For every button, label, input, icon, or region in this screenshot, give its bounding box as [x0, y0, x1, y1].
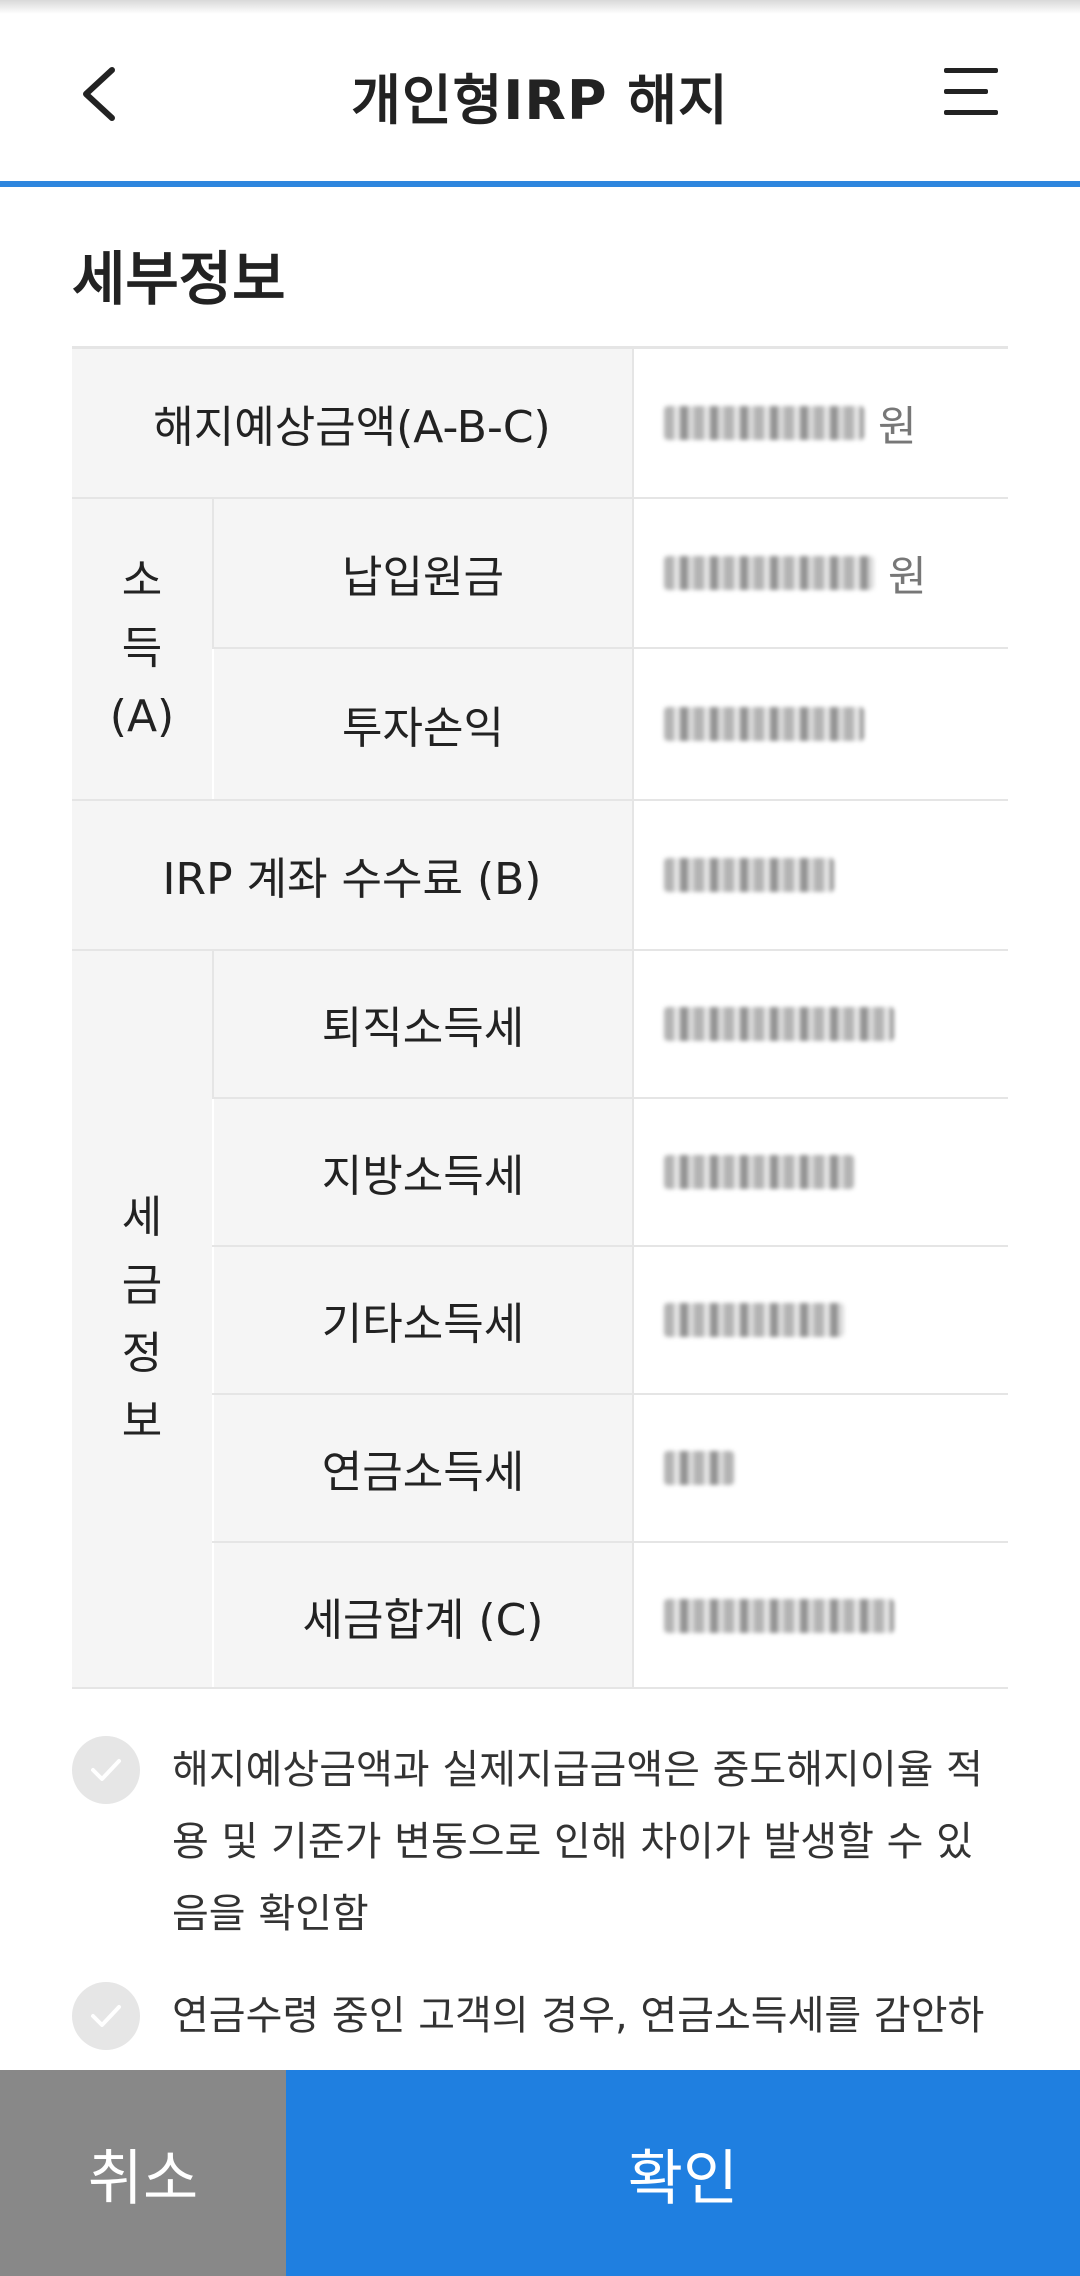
- irp-termination-screen: 개인형IRP 해지 세부정보 해지예상금액(A-B-C) 원 소 득 (A) 납…: [0, 0, 1080, 2276]
- table-divider: [212, 951, 214, 1097]
- retirement-tax-value: [634, 951, 1008, 1097]
- confirm-check-row-2: 연금수령 중인 고객의 경우, 연금소득세를 감안하: [72, 1980, 1008, 2070]
- table-divider: [72, 497, 1008, 499]
- income-label-char: 득: [121, 623, 163, 674]
- confirm-button[interactable]: 확인: [286, 2070, 1080, 2276]
- masked-value: [664, 1599, 894, 1633]
- tax-label-char: 세: [121, 1192, 163, 1243]
- investment-pnl-value: [634, 649, 1008, 799]
- irp-fee-label: IRP 계좌 수수료 (B): [72, 801, 632, 949]
- table-divider: [212, 1393, 1008, 1395]
- masked-value: [664, 1155, 854, 1189]
- income-label-char: (A): [109, 691, 175, 742]
- detail-table: 해지예상금액(A-B-C) 원 소 득 (A) 납입원금 원 투자손익 IRP …: [72, 346, 1008, 1689]
- irp-fee-value: [634, 801, 1008, 949]
- section-title: 세부정보: [72, 245, 286, 313]
- confirm-checkbox-1[interactable]: [72, 1736, 140, 1804]
- check-icon: [91, 2005, 121, 2027]
- table-divider: [212, 1245, 1008, 1247]
- table-divider: [212, 499, 214, 647]
- hamburger-icon: [944, 68, 998, 73]
- status-shadow: [0, 0, 1080, 14]
- tax-label-char: 정: [121, 1328, 163, 1379]
- expected-amount-label: 해지예상금액(A-B-C): [72, 349, 632, 497]
- table-divider: [212, 647, 1008, 649]
- masked-value: [664, 858, 834, 892]
- app-header: 개인형IRP 해지: [0, 0, 1080, 187]
- principal-label: 납입원금: [214, 499, 632, 647]
- page-title: 개인형IRP 해지: [351, 69, 729, 132]
- table-divider: [72, 1687, 1008, 1689]
- masked-value: [664, 1303, 844, 1337]
- principal-value: 원: [634, 499, 1008, 647]
- local-tax-label: 지방소득세: [214, 1099, 632, 1245]
- masked-value: [664, 1007, 894, 1041]
- expected-amount-value: 원: [634, 349, 1008, 497]
- masked-value: [664, 707, 864, 741]
- hamburger-icon-line: [944, 89, 988, 94]
- pension-tax-label: 연금소득세: [214, 1395, 632, 1541]
- income-label-char: 소: [121, 555, 163, 606]
- menu-button[interactable]: [936, 60, 1008, 124]
- table-divider: [72, 949, 1008, 951]
- hamburger-icon-line: [944, 110, 998, 115]
- retirement-tax-label: 퇴직소득세: [214, 951, 632, 1097]
- check-icon: [91, 1759, 121, 1781]
- tax-group-label: 세 금 정 보: [72, 951, 212, 1689]
- expected-amount-unit: 원: [878, 401, 917, 451]
- masked-value: [664, 406, 864, 440]
- cancel-button[interactable]: 취소: [0, 2070, 286, 2276]
- other-tax-value: [634, 1247, 1008, 1393]
- local-tax-value: [634, 1099, 1008, 1245]
- tax-label-char: 금: [121, 1260, 163, 1311]
- pension-tax-value: [634, 1395, 1008, 1541]
- table-divider: [212, 1541, 1008, 1543]
- other-tax-label: 기타소득세: [214, 1247, 632, 1393]
- header-divider: [0, 181, 1080, 187]
- table-divider: [72, 799, 1008, 801]
- confirm-checkbox-2[interactable]: [72, 1982, 140, 2050]
- table-divider: [632, 349, 634, 1689]
- tax-total-label: 세금합계 (C): [214, 1543, 632, 1689]
- confirm-check-row-1: 해지예상금액과 실제지급금액은 중도해지이율 적용 및 기준가 변동으로 인해 …: [72, 1734, 1008, 1950]
- tax-total-value: [634, 1543, 1008, 1689]
- investment-pnl-label: 투자손익: [214, 649, 632, 799]
- table-divider: [212, 1097, 1008, 1099]
- confirm-text-1: 해지예상금액과 실제지급금액은 중도해지이율 적용 및 기준가 변동으로 인해 …: [172, 1747, 983, 1937]
- principal-unit: 원: [888, 551, 927, 601]
- tax-label-char: 보: [121, 1396, 163, 1447]
- masked-value: [664, 1451, 734, 1485]
- income-group-label: 소 득 (A): [72, 499, 212, 799]
- masked-value: [664, 556, 874, 590]
- confirm-text-2: 연금수령 중인 고객의 경우, 연금소득세를 감안하: [172, 1993, 985, 2039]
